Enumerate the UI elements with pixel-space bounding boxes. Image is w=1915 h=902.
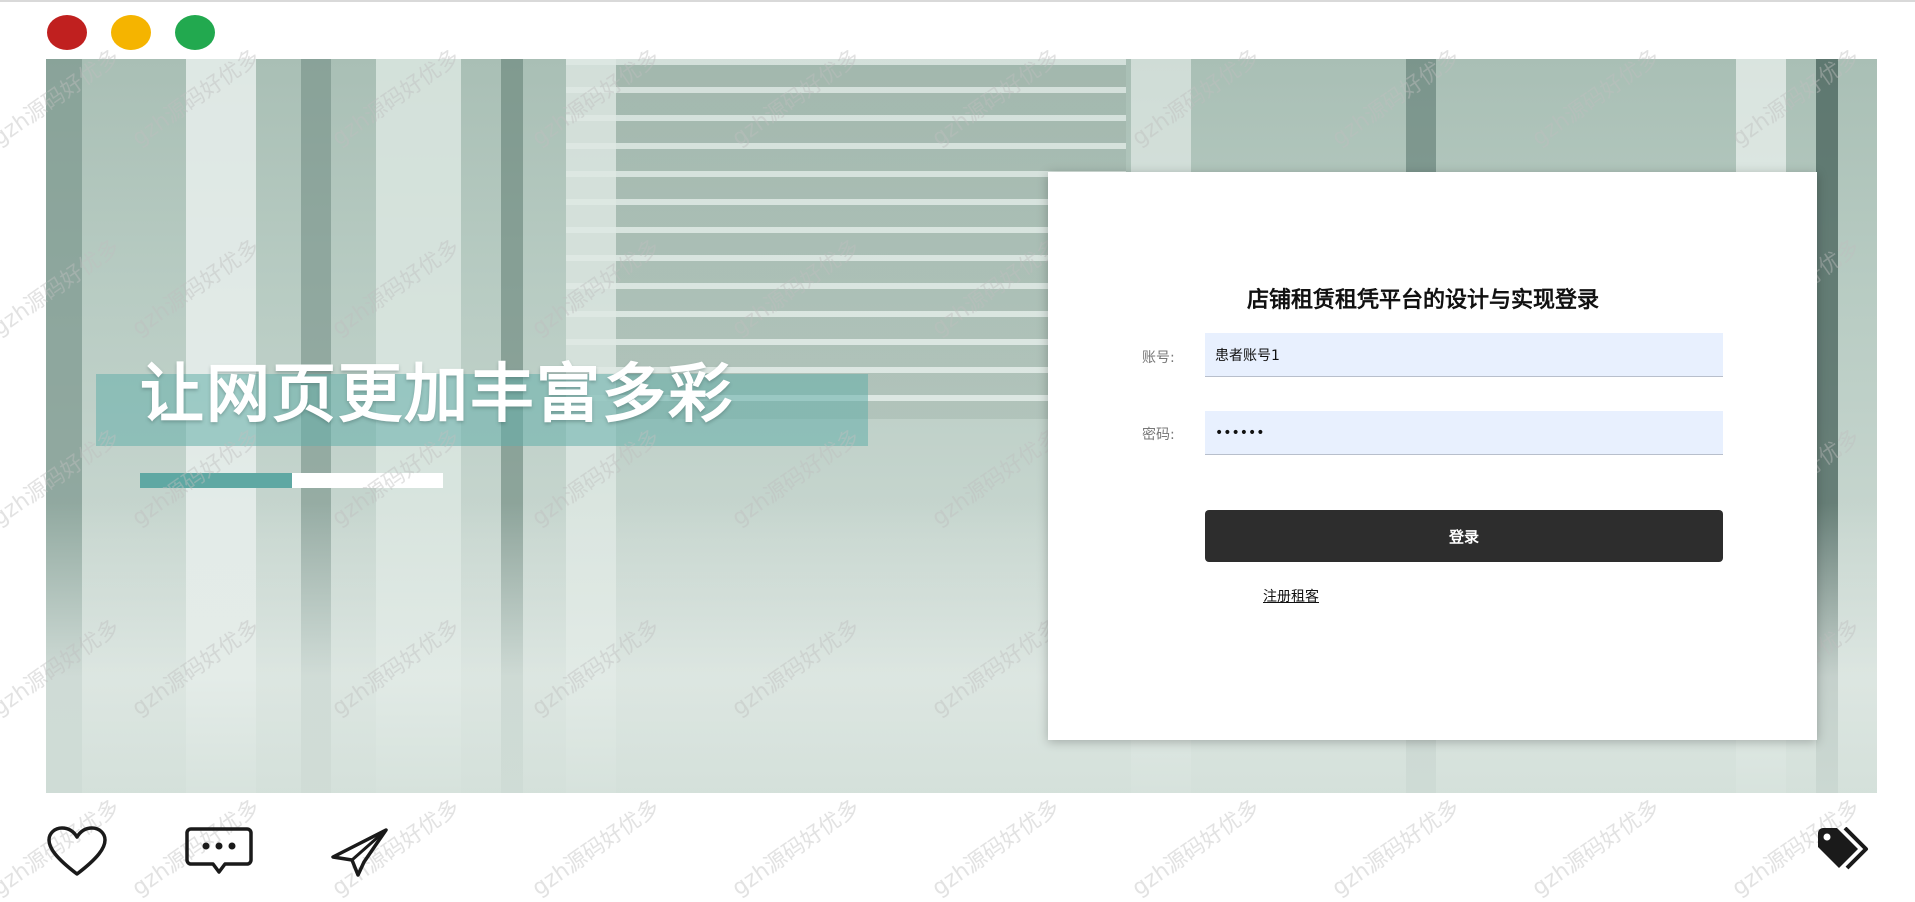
password-label: 密码:: [1142, 427, 1175, 443]
watermark-text: gzh源码好优多: [527, 794, 665, 902]
account-input[interactable]: [1205, 333, 1723, 377]
watermark-text: gzh源码好优多: [1527, 794, 1665, 902]
login-button[interactable]: 登录: [1205, 510, 1723, 562]
window-close-button[interactable]: [47, 15, 87, 50]
login-title: 店铺租赁租凭平台的设计与实现登录: [1247, 288, 1600, 313]
chat-icon[interactable]: [185, 826, 253, 880]
watermark-text: gzh源码好优多: [1127, 794, 1265, 902]
window-maximize-button[interactable]: [175, 15, 215, 50]
top-border: [0, 0, 1915, 2]
accent-bar-teal: [140, 473, 292, 488]
accent-bar-white: [292, 473, 443, 488]
window-minimize-button[interactable]: [111, 15, 151, 50]
heart-icon[interactable]: [46, 826, 108, 882]
register-tenant-link[interactable]: 注册租客: [1263, 586, 1319, 606]
hero-headline: 让网页更加丰富多彩: [140, 358, 734, 432]
account-label: 账号:: [1142, 350, 1175, 366]
watermark-text: gzh源码好优多: [1327, 794, 1465, 902]
login-card: [1048, 172, 1817, 740]
tag-icon[interactable]: [1815, 826, 1877, 879]
send-icon[interactable]: [330, 827, 390, 881]
watermark-text: gzh源码好优多: [927, 794, 1065, 902]
password-input[interactable]: [1205, 411, 1723, 455]
watermark-text: gzh源码好优多: [727, 794, 865, 902]
